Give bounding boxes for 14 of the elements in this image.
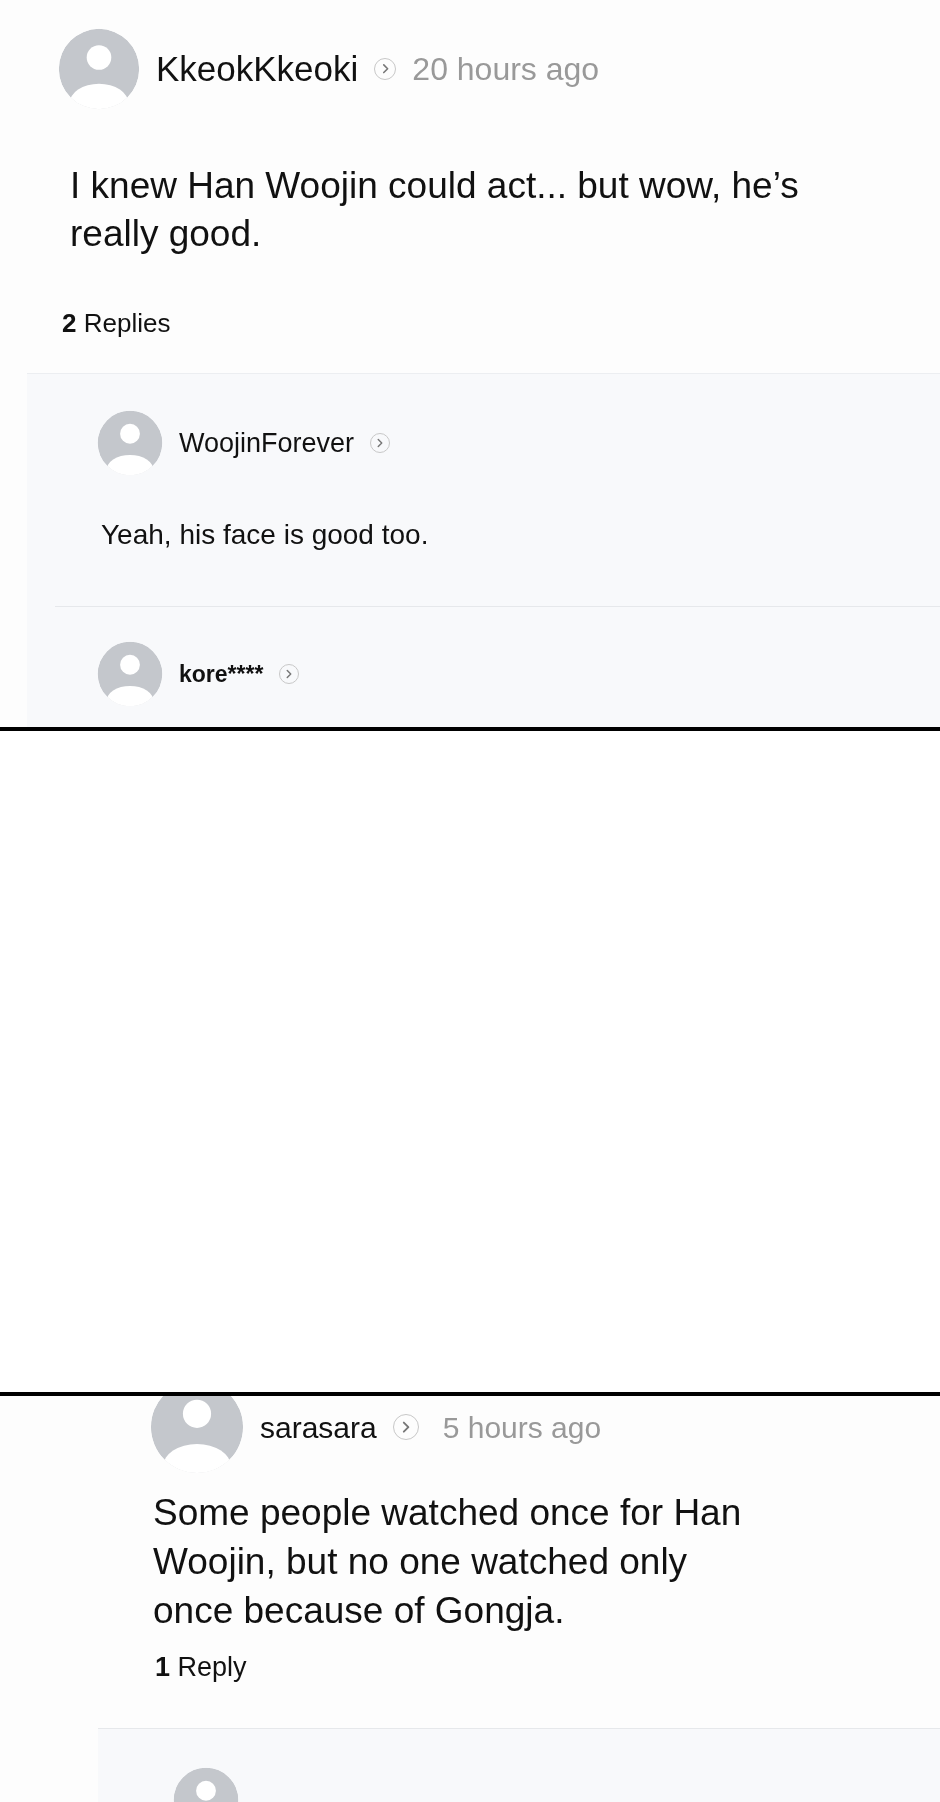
username[interactable]: KkeokKkeoki: [156, 42, 359, 96]
username[interactable]: WoojinForever: [179, 422, 355, 464]
comment-text: Some people watched once for Han Woojin, but no one watched only once because of Gongja.: [153, 1491, 743, 1633]
replies-link[interactable]: 1 Reply: [155, 1647, 247, 1688]
replies-link[interactable]: 2 Replies: [62, 304, 171, 343]
username[interactable]: sarasara: [260, 1404, 377, 1450]
reply-text: Yeah, his face is good too.: [101, 518, 430, 552]
comment-text: I knew Han Woojin could act... but wow, he’s really good.: [70, 164, 800, 256]
timestamp: 20 hours ago: [412, 50, 600, 89]
timestamp: 5 hours ago: [442, 1409, 602, 1446]
username[interactable]: kore****: [179, 656, 264, 692]
avatar-icon: [58, 28, 140, 110]
avatar-icon: [97, 641, 163, 707]
avatar-icon: [97, 410, 163, 476]
